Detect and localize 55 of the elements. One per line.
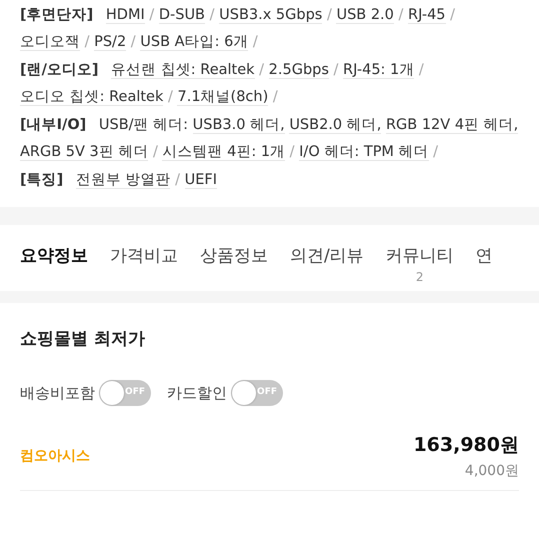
spec-link[interactable]: 오디오잭 bbox=[20, 34, 80, 51]
separator: / bbox=[168, 89, 173, 105]
spec-link[interactable]: 유선랜 칩셋: Realtek bbox=[111, 62, 255, 79]
separator: / bbox=[175, 172, 180, 188]
separator: / bbox=[259, 62, 264, 78]
spec-label: [특징] bbox=[20, 172, 64, 188]
separator: / bbox=[152, 144, 158, 160]
spec-link[interactable]: 전원부 방열판 bbox=[76, 172, 170, 189]
separator: / bbox=[84, 34, 90, 50]
spec-link[interactable]: USB 2.0 bbox=[336, 7, 394, 24]
spec-link[interactable]: RJ-45: 1개 bbox=[343, 62, 414, 79]
spec-link[interactable]: 2.5Gbps bbox=[268, 62, 329, 79]
tab[interactable]: 상품정보 bbox=[200, 243, 268, 289]
separator: / bbox=[252, 34, 258, 50]
spec-link[interactable]: PS/2 bbox=[94, 34, 126, 51]
spec-text: USB/팬 헤더: bbox=[98, 117, 188, 133]
tab[interactable]: 요약정보 bbox=[20, 243, 88, 289]
tab[interactable]: 의견/리뷰 bbox=[290, 243, 364, 289]
spec-label: [후면단자] bbox=[20, 7, 94, 23]
separator: / bbox=[149, 7, 154, 23]
separator: / bbox=[433, 144, 438, 160]
separator: / bbox=[334, 62, 338, 78]
separator: / bbox=[130, 34, 136, 50]
separator: / bbox=[398, 7, 404, 23]
spec-link[interactable]: UEFI bbox=[184, 172, 217, 189]
spec-link[interactable]: HDMI bbox=[106, 7, 145, 24]
separator: / bbox=[272, 89, 278, 105]
spec-link[interactable]: 7.1채널(8ch) bbox=[177, 89, 268, 106]
tab-count: 2 bbox=[414, 269, 425, 285]
tab[interactable]: 가격비교 bbox=[110, 243, 178, 289]
separator: / bbox=[210, 7, 215, 23]
spec-link[interactable]: I/O 헤더: TPM 헤더 bbox=[299, 144, 429, 161]
spec-link[interactable]: ARGB 5V 3핀 헤더 bbox=[20, 144, 148, 161]
toggle-label: 배송비포함 bbox=[20, 384, 95, 402]
spec-link[interactable]: USB A타입: 6개 bbox=[140, 34, 248, 51]
spec-label: [내부I/O] bbox=[20, 117, 86, 133]
spec-label: [랜/오디오] bbox=[20, 62, 99, 78]
spec-link[interactable]: 오디오 칩셋: Realtek bbox=[20, 89, 164, 106]
tab[interactable]: 연 bbox=[476, 243, 493, 289]
price: 163,980원 bbox=[413, 433, 519, 458]
spec-link[interactable]: USB3.x 5Gbps bbox=[219, 7, 322, 24]
spec-link[interactable]: USB3.0 헤더, bbox=[192, 117, 285, 134]
spec-link[interactable]: 시스템팬 4핀: 1개 bbox=[162, 144, 286, 161]
tab[interactable]: 커뮤니티 2 bbox=[386, 243, 454, 289]
spec-link[interactable]: RGB 12V 4핀 헤더, bbox=[386, 117, 518, 134]
section-title: 쇼핑몰별 최저가 bbox=[20, 328, 146, 350]
separator: / bbox=[290, 144, 295, 160]
spec-link[interactable]: D-SUB bbox=[158, 7, 206, 24]
shipping-fee: 4,000원 bbox=[464, 462, 519, 480]
toggle-label: 카드할인 bbox=[167, 384, 227, 402]
spec-link[interactable]: RJ-45 bbox=[408, 7, 446, 24]
separator: / bbox=[450, 7, 456, 23]
spec-link[interactable]: USB2.0 헤더, bbox=[289, 117, 382, 134]
separator: / bbox=[418, 62, 424, 78]
separator: / bbox=[326, 7, 332, 23]
